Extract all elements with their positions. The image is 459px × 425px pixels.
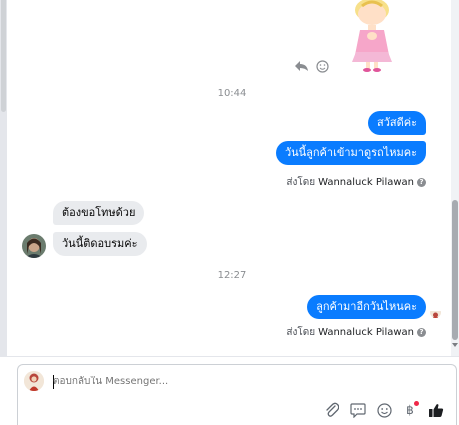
- scrollbar-thumb[interactable]: [452, 200, 458, 340]
- scroll-down-arrow[interactable]: [452, 343, 458, 347]
- message-composer: ฿: [17, 364, 457, 425]
- baht-glyph: ฿: [406, 403, 414, 417]
- sticker-actions: [294, 58, 330, 74]
- outgoing-message[interactable]: สวัสดีค่ะ: [367, 111, 426, 135]
- sent-by-prefix: ส่งโดย: [286, 177, 316, 188]
- composer-divider: [0, 356, 459, 357]
- sent-by-label: ส่งโดย Wannaluck Pilawan ?: [286, 325, 426, 340]
- incoming-message[interactable]: วันนี้ติดอบรมค่ะ: [53, 232, 147, 256]
- like-icon[interactable]: [427, 401, 445, 419]
- react-emoji-icon[interactable]: [314, 58, 330, 74]
- chat-area[interactable]: 10:44 สวัสดีค่ะ วันนี้ลูกค้าเข้ามาดูรถไห…: [0, 0, 451, 356]
- notification-dot: [414, 401, 419, 406]
- my-avatar: [24, 371, 44, 391]
- payment-icon[interactable]: ฿: [401, 401, 419, 419]
- outgoing-message[interactable]: ลูกค้ามาอีกวันไหนคะ: [307, 295, 426, 319]
- info-icon[interactable]: ?: [417, 328, 426, 337]
- sent-by-label: ส่งโดย Wannaluck Pilawan ?: [286, 175, 426, 190]
- attach-icon[interactable]: [323, 401, 341, 419]
- contact-avatar[interactable]: [22, 234, 46, 258]
- sender-name: Wannaluck Pilawan: [318, 177, 414, 188]
- incoming-message[interactable]: ต้องขอโทษด้วย: [53, 201, 145, 225]
- sent-by-prefix: ส่งโดย: [286, 327, 316, 338]
- composer-toolbar: ฿: [323, 401, 445, 419]
- chat-scrollbar[interactable]: [451, 0, 459, 356]
- sticker-image: [342, 0, 402, 72]
- sender-name: Wannaluck Pilawan: [318, 327, 414, 338]
- info-icon[interactable]: ?: [417, 178, 426, 187]
- gif-icon[interactable]: [349, 401, 367, 419]
- reply-icon[interactable]: [294, 58, 310, 74]
- emoji-icon[interactable]: [375, 401, 393, 419]
- outgoing-message[interactable]: วันนี้ลูกค้าเข้ามาดูรถไหมคะ: [275, 141, 426, 165]
- timestamp: 10:44: [217, 88, 247, 99]
- timestamp: 12:27: [217, 270, 247, 281]
- reply-input[interactable]: [53, 376, 353, 387]
- seen-avatar: [430, 307, 441, 318]
- left-panel-edge: [0, 0, 7, 356]
